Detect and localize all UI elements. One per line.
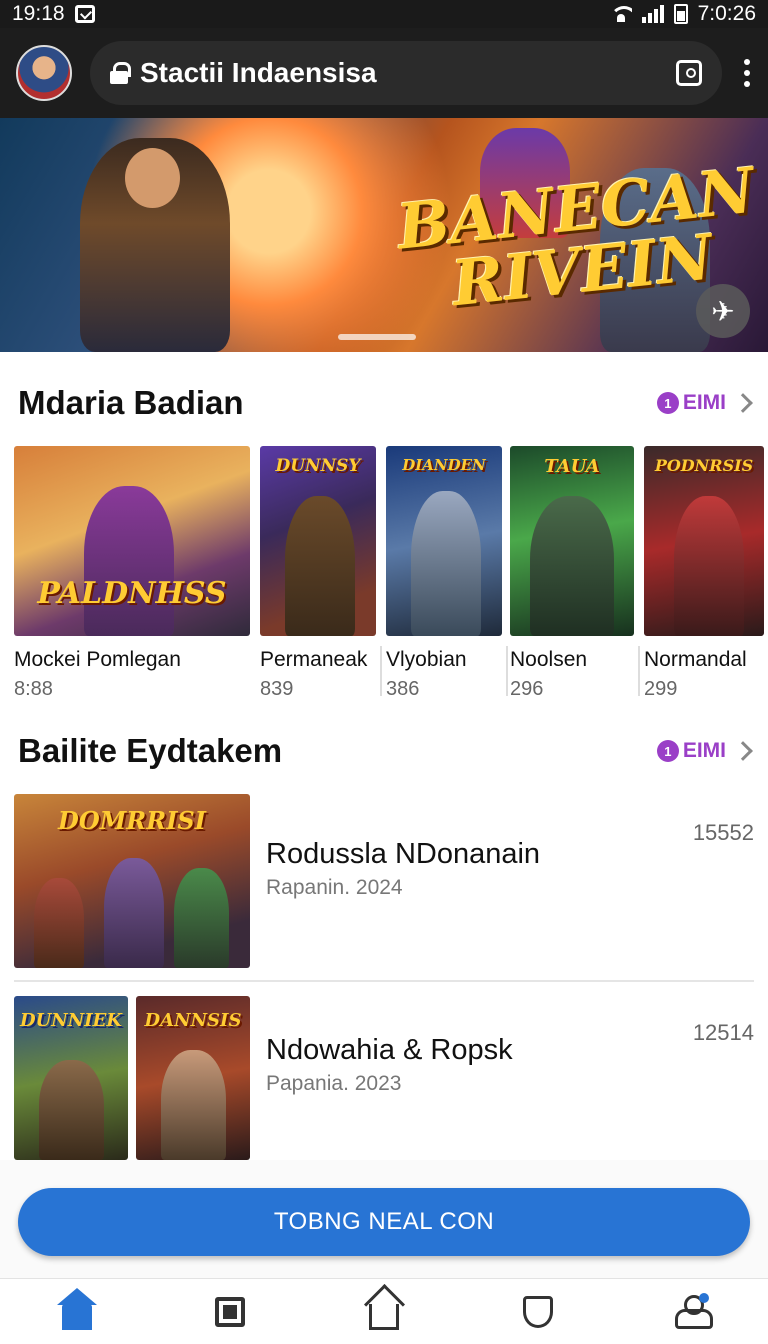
list-item-count: 12514 — [692, 1020, 754, 1045]
list-item[interactable]: DUNNIEK DANNSIS Ndowahia & Ropsk Papania… — [14, 996, 754, 1160]
game-cover: DUNNSY — [260, 446, 376, 636]
nav-explore[interactable] — [354, 1282, 414, 1342]
url-text: Stactii Indaensisa — [140, 57, 377, 88]
section-header-1: Mdaria Badian 1 EIMI — [18, 384, 753, 422]
shield-icon — [522, 1295, 553, 1328]
see-all-link[interactable]: 1 EIMI — [656, 739, 753, 763]
chevron-right-icon — [733, 741, 753, 761]
more-menu-icon[interactable] — [744, 59, 752, 87]
list-item[interactable]: DOMRRISI Rodussla NDonanain Rapanin. 202… — [14, 794, 754, 982]
game-card[interactable]: TAUA Noolsen 296 — [510, 446, 634, 701]
see-all-badge-icon: 1 — [656, 740, 679, 762]
game-card[interactable]: DUNNSY Permaneak 839 — [260, 446, 376, 701]
battery-icon — [673, 4, 688, 24]
house-outline-icon — [368, 1303, 399, 1330]
game-card[interactable]: PALDNHSS Mockei Pomlegan 8:88 — [14, 446, 250, 701]
status-bar: 19:18 7:0:26 — [0, 0, 768, 28]
avatar[interactable] — [16, 45, 72, 101]
divider — [14, 980, 754, 982]
nav-profile[interactable] — [661, 1282, 721, 1342]
lock-icon — [110, 62, 131, 84]
wifi-icon — [609, 6, 632, 22]
section-header-2: Bailite Eydtakem 1 EIMI — [18, 732, 753, 770]
hero-character-left — [80, 138, 230, 352]
status-clock: 7:0:26 — [697, 2, 756, 25]
see-all-badge-icon: 1 — [656, 392, 679, 414]
browser-toolbar: Stactii Indaensisa — [0, 28, 768, 118]
share-icon[interactable]: ✈ — [696, 284, 750, 338]
game-cover: DIANDEN — [386, 446, 502, 636]
nav-library[interactable] — [200, 1282, 260, 1342]
home-icon — [56, 1287, 97, 1330]
list-item-thumbnail: DANNSIS — [136, 996, 250, 1160]
game-cover: TAUA — [510, 446, 634, 636]
game-cover: PODNRSIS — [644, 446, 764, 636]
address-bar[interactable]: Stactii Indaensisa — [90, 41, 722, 105]
notification-icon — [74, 5, 95, 23]
chevron-right-icon — [733, 393, 753, 413]
library-icon — [215, 1296, 246, 1327]
list-item-subtitle: Rapanin. 2024 — [266, 876, 403, 899]
section-title: Bailite Eydtakem — [18, 732, 283, 769]
hero-banner[interactable]: BANECAN RIVEIN ✈ — [0, 118, 768, 352]
section-title: Mdaria Badian — [18, 384, 244, 421]
signal-icon — [641, 5, 664, 23]
profile-icon — [675, 1292, 714, 1329]
bottom-navigation — [0, 1278, 768, 1344]
nav-shield[interactable] — [508, 1282, 568, 1342]
list-item-count: 15552 — [692, 820, 754, 845]
list-item-subtitle: Papania. 2023 — [266, 1072, 402, 1095]
carousel-indicator — [338, 334, 416, 340]
list-item-thumbnail: DOMRRISI — [14, 794, 250, 968]
game-carousel: PALDNHSS Mockei Pomlegan 8:88 DUNNSY Per… — [14, 446, 768, 700]
list-item-title: Rodussla NDonanain — [266, 838, 541, 870]
status-time: 19:18 — [12, 2, 65, 25]
reader-mode-icon[interactable] — [676, 60, 702, 86]
primary-action-button[interactable]: TOBNG NEAL CON — [18, 1188, 750, 1256]
list-item-title: Ndowahia & Ropsk — [266, 1034, 513, 1066]
game-card[interactable]: PODNRSIS Normandal 299 — [644, 446, 764, 701]
see-all-link[interactable]: 1 EIMI — [656, 391, 753, 415]
game-cover: PALDNHSS — [14, 446, 250, 636]
nav-home[interactable] — [47, 1282, 107, 1342]
list-item-thumbnail: DUNNIEK — [14, 996, 128, 1160]
game-card[interactable]: DIANDEN Vlyobian 386 — [386, 446, 502, 701]
